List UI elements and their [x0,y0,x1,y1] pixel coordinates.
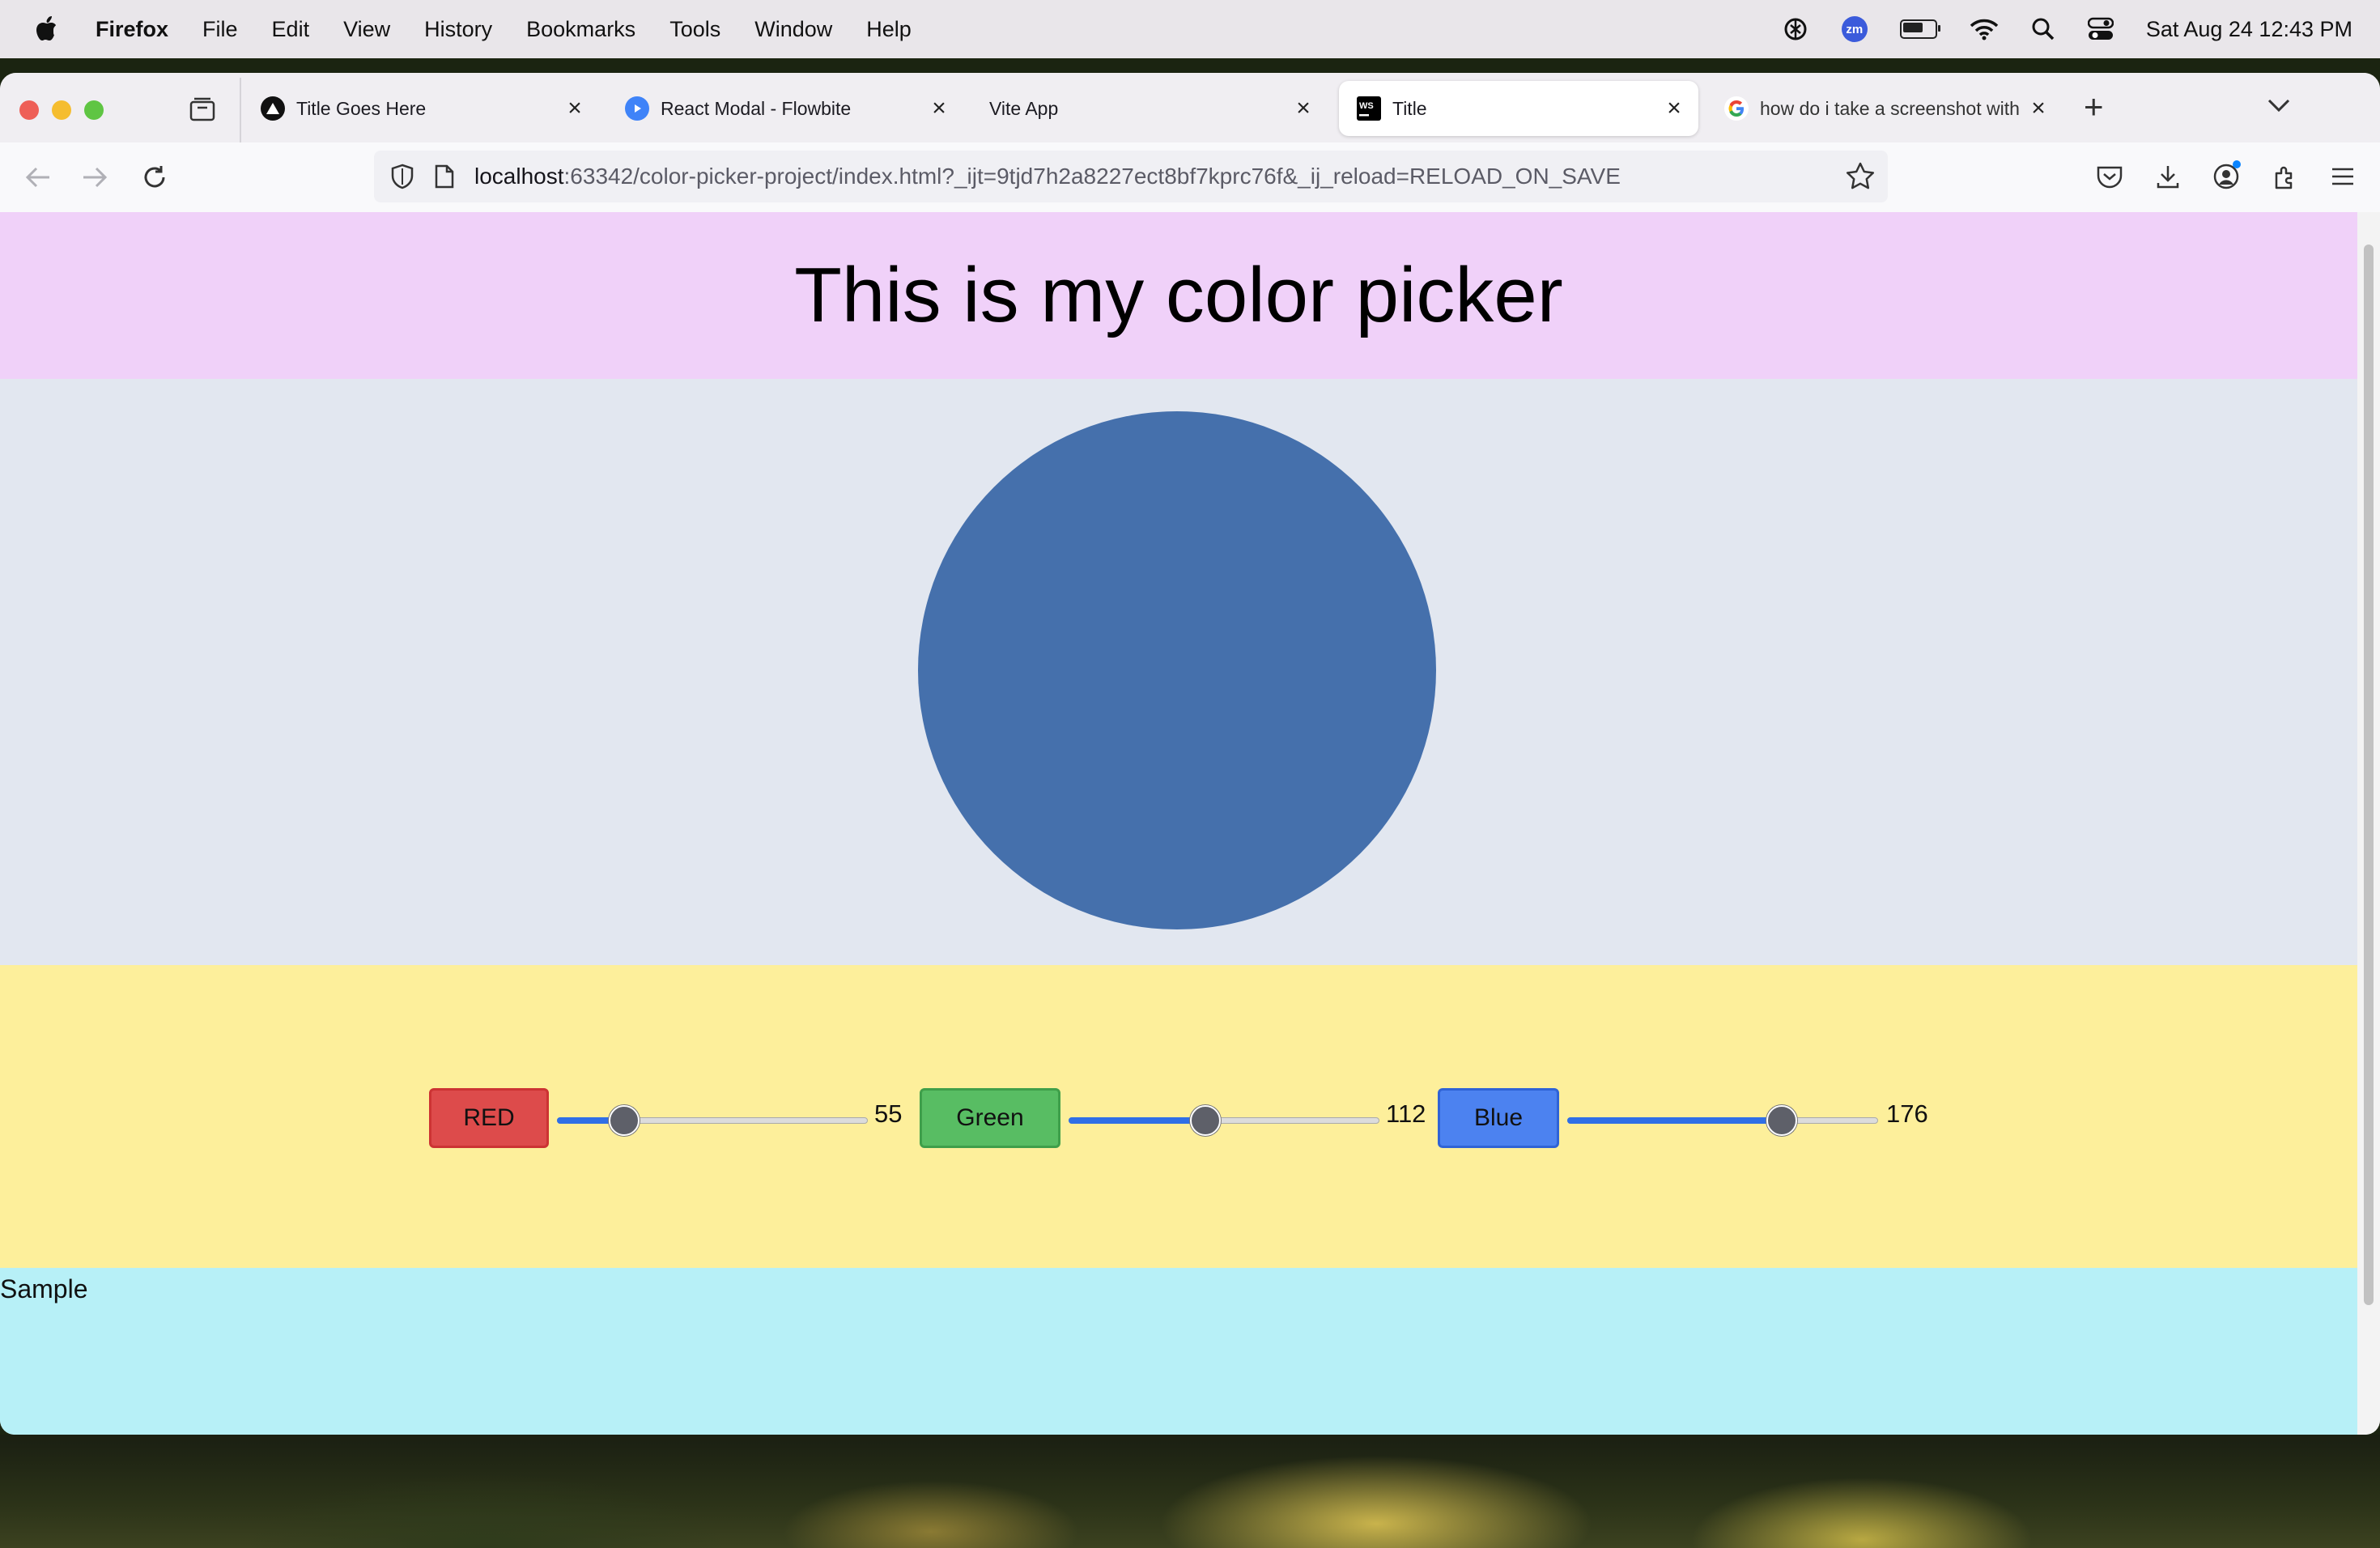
page-scrollbar[interactable] [2357,212,2380,1435]
url-host: localhost [474,164,564,189]
slider-thumb[interactable] [1766,1105,1797,1136]
color-preview-area [0,379,2357,965]
flowbite-icon [625,96,649,121]
url-path: :63342/color-picker-project/index.html?_… [563,164,1621,189]
close-icon[interactable]: × [923,95,955,122]
macos-menu-bar: Firefox File Edit View History Bookmarks… [0,0,2380,58]
green-button[interactable]: Green [920,1088,1060,1148]
menu-history[interactable]: History [424,17,492,42]
menu-app-name[interactable]: Firefox [96,17,168,42]
color-controls: RED 55 Green 112 Blue 176 [0,965,2357,1268]
close-icon[interactable]: × [1658,95,1690,122]
close-icon[interactable]: × [559,95,591,122]
tab-label: Title [1392,97,1427,119]
hamburger-menu-icon[interactable] [2327,160,2359,193]
slider-fill [1069,1117,1205,1124]
downloads-icon[interactable] [2152,160,2184,193]
back-icon[interactable] [21,160,55,194]
svg-text:WS: WS [1359,101,1374,111]
account-icon[interactable] [2210,160,2242,193]
new-tab-button[interactable]: + [2084,87,2104,126]
navigation-toolbar: localhost:63342/color-picker-project/ind… [0,142,2380,213]
slider-thumb[interactable] [1189,1105,1221,1136]
wifi-icon[interactable] [1970,18,1999,40]
sample-section: Sample [0,1268,2357,1435]
tab-react-modal-flowbite[interactable]: React Modal - Flowbite × [607,81,963,136]
page-content: This is my color picker RED 55 Green 112… [0,212,2357,1435]
menu-file[interactable]: File [202,17,238,42]
window-close-button[interactable] [19,100,39,120]
tab-separator [240,78,241,142]
apple-icon[interactable] [34,15,58,43]
menu-edit[interactable]: Edit [272,17,310,42]
zoom-icon[interactable]: zm [1841,16,1868,42]
battery-icon[interactable] [1899,19,1940,39]
url-text[interactable]: localhost:63342/color-picker-project/ind… [474,164,1621,189]
forward-icon[interactable] [78,160,112,194]
menu-view[interactable]: View [343,17,390,42]
reload-icon[interactable] [138,160,172,194]
page-info-icon[interactable] [432,163,457,190]
webstorm-icon: WS [1357,96,1381,121]
firefox-view-icon[interactable] [188,96,217,125]
green-value: 112 [1386,1099,1426,1128]
green-slider[interactable] [1069,1105,1379,1136]
tab-label: Vite App [989,97,1059,119]
close-icon[interactable]: × [2022,95,2055,122]
tab-google-search[interactable]: how do i take a screenshot with × [1706,81,2063,136]
blue-value: 176 [1886,1099,1928,1128]
scrollbar-thumb[interactable] [2364,245,2374,1305]
red-value: 55 [874,1099,903,1128]
window-zoom-button[interactable] [84,100,104,120]
spotlight-search-icon[interactable] [2031,17,2055,41]
list-all-tabs-icon[interactable] [2267,97,2291,117]
bookmark-star-icon[interactable] [1846,162,1875,194]
tab-bar: Title Goes Here × React Modal - Flowbite… [0,73,2380,142]
blue-button[interactable]: Blue [1438,1088,1559,1148]
red-button[interactable]: RED [429,1088,549,1148]
color-preview-circle [918,411,1436,929]
page-title: This is my color picker [794,252,1563,338]
tab-label: Title Goes Here [296,97,427,119]
menu-help[interactable]: Help [866,17,912,42]
tab-title-goes-here[interactable]: Title Goes Here × [243,81,599,136]
google-icon [1724,96,1749,121]
blue-slider[interactable] [1567,1105,1878,1136]
menu-clock[interactable]: Sat Aug 24 12:43 PM [2146,17,2352,42]
sample-label: Sample [0,1274,88,1303]
page-header: This is my color picker [0,212,2357,379]
url-bar[interactable]: localhost:63342/color-picker-project/ind… [374,151,1888,202]
notification-dot [2233,160,2241,168]
tab-title-active[interactable]: WS Title × [1339,81,1698,136]
browser-window: Title Goes Here × React Modal - Flowbite… [0,73,2380,1435]
tracking-protection-shield-icon[interactable] [389,163,416,190]
menu-window[interactable]: Window [754,17,832,42]
slider-fill [1567,1117,1782,1124]
pocket-icon[interactable] [2093,160,2126,193]
extensions-icon[interactable] [2268,160,2301,193]
control-center-icon[interactable] [2087,17,2114,41]
slider-thumb[interactable] [608,1105,640,1136]
menu-bookmarks[interactable]: Bookmarks [526,17,635,42]
tab-label: how do i take a screenshot with [1760,97,2020,119]
tab-label: React Modal - Flowbite [661,97,852,119]
close-icon[interactable]: × [1287,95,1320,122]
tab-vite-app[interactable]: Vite App × [971,81,1328,136]
window-minimize-button[interactable] [52,100,71,120]
triangle-logo-icon [261,96,285,121]
menu-tools[interactable]: Tools [669,17,720,42]
red-slider[interactable] [557,1105,868,1136]
desktop-wallpaper [0,1435,2380,1548]
chatgpt-icon[interactable] [1782,15,1809,43]
